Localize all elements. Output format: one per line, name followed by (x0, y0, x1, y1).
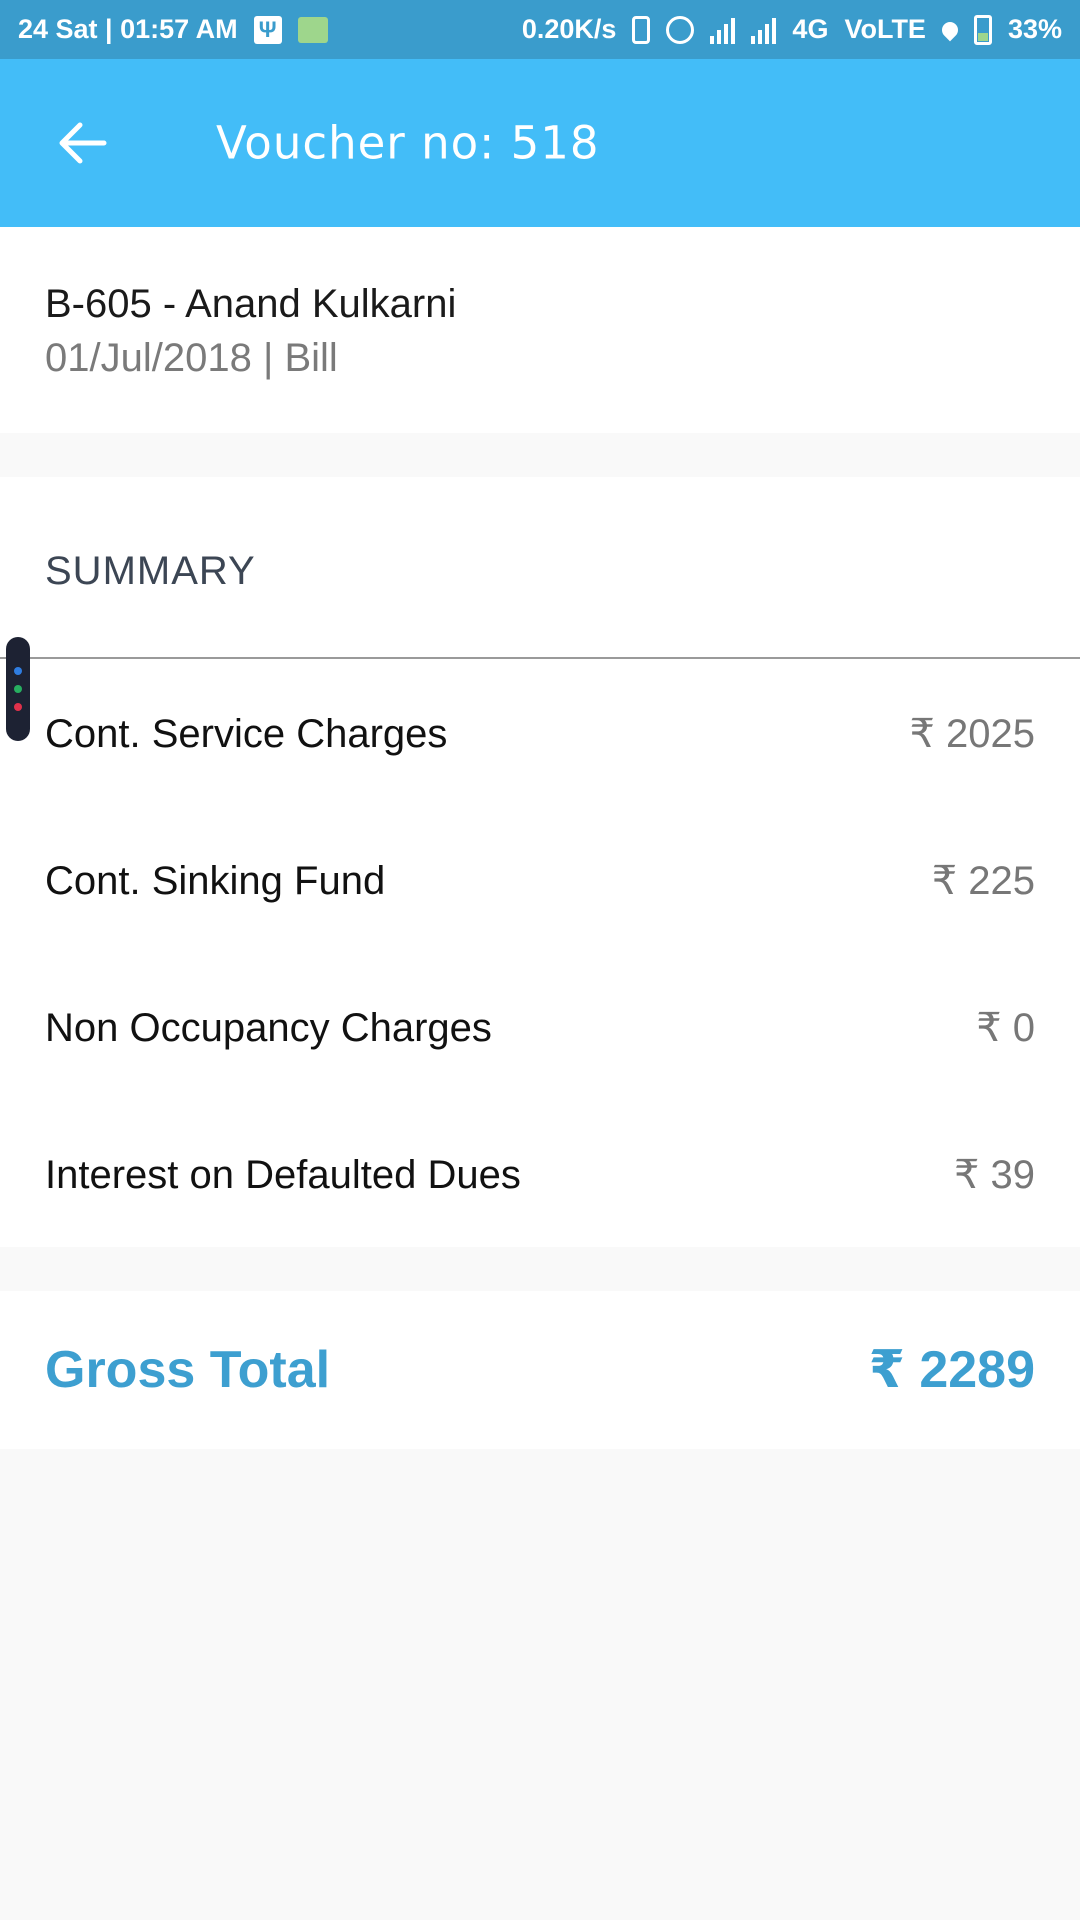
summary-heading: SUMMARY (45, 549, 256, 593)
gross-total-card: Gross Total ₹ 2289 (0, 1291, 1080, 1449)
row-label: Cont. Sinking Fund (45, 858, 386, 903)
status-bar-left: 24 Sat | 01:57 AM Ψ (18, 14, 328, 45)
summary-row: Cont. Service Charges ₹ 2025 (45, 684, 1035, 784)
data-saver-icon (666, 15, 695, 44)
date-time: 24 Sat | 01:57 AM (18, 14, 238, 44)
row-value: ₹ 225 (931, 859, 1035, 903)
phone-icon (632, 15, 651, 44)
arrow-left-icon (59, 122, 107, 164)
dot-icon (14, 685, 22, 693)
summary-card: SUMMARY Cont. Service Charges ₹ 2025 Con… (0, 477, 1080, 1247)
voucher-header: B-605 - Anand Kulkarni 01/Jul/2018 | Bil… (0, 227, 1080, 433)
status-bar-right: 0.20K/s 4G VoLTE 33% (522, 14, 1062, 45)
dot-icon (14, 703, 22, 711)
page-title: Voucher no: 518 (216, 116, 600, 170)
row-value: ₹ 39 (953, 1153, 1035, 1197)
app-bar: Voucher no: 518 (0, 59, 1080, 227)
signal-icon (710, 16, 736, 44)
location-icon (938, 18, 962, 41)
voucher-meta: 01/Jul/2018 | Bill (45, 336, 338, 380)
floating-side-handle[interactable] (6, 637, 30, 741)
signal-icon (751, 16, 777, 44)
usb-icon: Ψ (253, 15, 282, 44)
gross-total-label: Gross Total (45, 1341, 331, 1399)
network-type: 4G (792, 14, 829, 44)
status-bar: 24 Sat | 01:57 AM Ψ 0.20K/s 4G VoLTE 33% (0, 0, 1080, 59)
row-label: Cont. Service Charges (45, 711, 448, 756)
row-value: ₹ 2025 (909, 712, 1035, 756)
gross-total-value: ₹ 2289 (868, 1341, 1035, 1399)
member-name: B-605 - Anand Kulkarni (45, 282, 457, 326)
summary-row: Non Occupancy Charges ₹ 0 (45, 978, 1035, 1078)
battery-icon (973, 14, 992, 45)
android-debug-icon (297, 16, 328, 43)
row-value: ₹ 0 (976, 1006, 1035, 1050)
row-label: Non Occupancy Charges (45, 1005, 492, 1050)
summary-row: Cont. Sinking Fund ₹ 225 (45, 831, 1035, 931)
row-label: Interest on Defaulted Dues (45, 1152, 521, 1197)
battery-percent: 33% (1007, 14, 1062, 44)
summary-divider (0, 657, 1080, 659)
volte-label: VoLTE (844, 14, 926, 44)
summary-row: Interest on Defaulted Dues ₹ 39 (45, 1125, 1035, 1225)
back-button[interactable] (42, 103, 122, 183)
dot-icon (14, 667, 22, 675)
network-speed: 0.20K/s (521, 14, 617, 44)
